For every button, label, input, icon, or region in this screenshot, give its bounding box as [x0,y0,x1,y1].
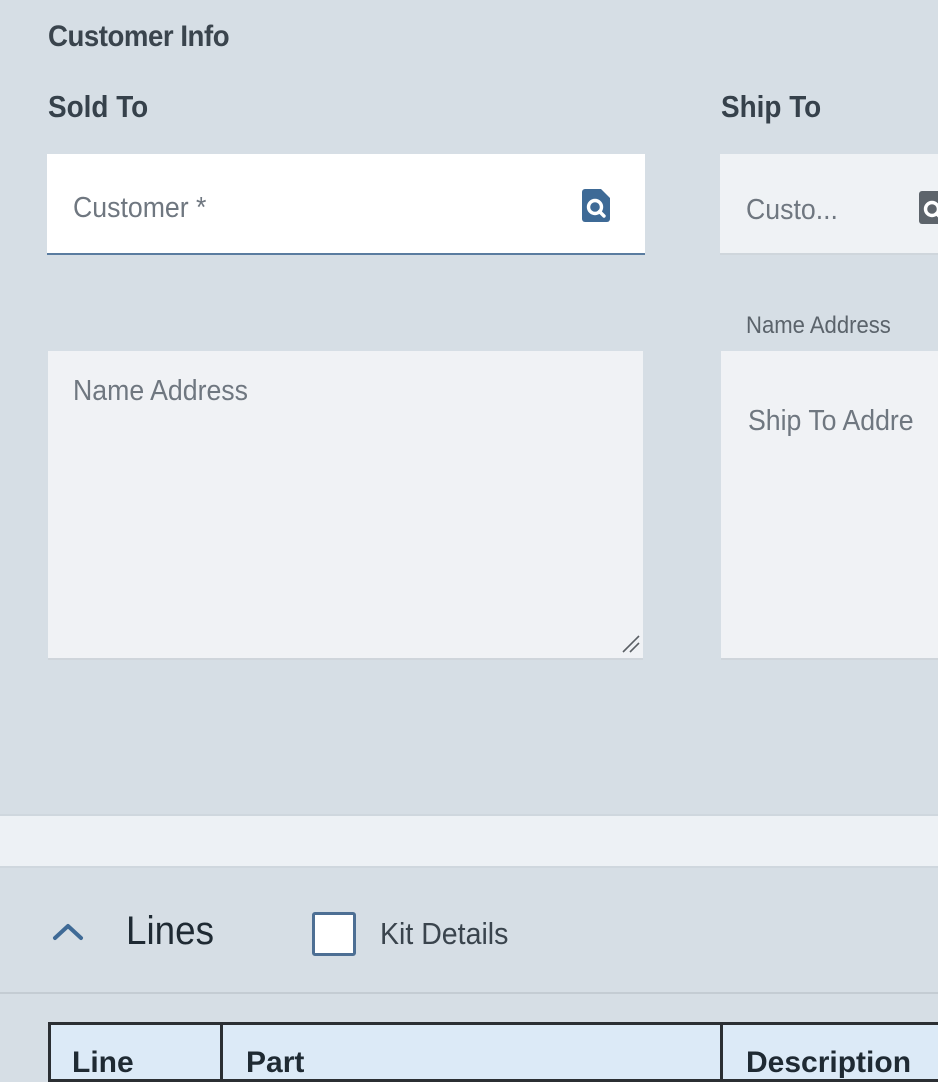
section-title: Customer Info [48,20,229,54]
sold-to-address-placeholder: Name Address [73,375,248,408]
sold-to-title: Sold To [48,89,148,125]
ship-to-address-placeholder: Ship To Addre [748,405,914,438]
sold-to-address-textarea[interactable]: Name Address [48,351,643,660]
lines-title: Lines [126,909,214,954]
search-lookup-icon[interactable] [580,188,612,224]
ship-to-search-lookup-icon[interactable] [917,190,938,226]
kit-details-checkbox[interactable] [312,912,356,956]
ship-to-title: Ship To [721,89,821,125]
column-header-description[interactable]: Description [720,1022,938,1082]
chevron-up-icon[interactable] [50,918,86,946]
sold-to-customer-placeholder: Customer * [73,192,206,225]
sold-to-customer-field[interactable]: Customer * [47,154,645,255]
column-header-part[interactable]: Part [220,1022,723,1082]
kit-details-label[interactable]: Kit Details [380,916,508,952]
ship-to-address-textarea[interactable]: Ship To Addre [721,351,938,660]
ship-to-address-label: Name Address [746,312,891,340]
column-header-description-label: Description [746,1046,911,1080]
column-header-line[interactable]: Line [48,1022,223,1082]
ship-to-customer-placeholder: Custo... [746,194,838,227]
ship-to-customer-field[interactable]: Custo... [720,154,938,255]
column-header-part-label: Part [246,1046,304,1080]
resize-grip-icon[interactable] [619,632,641,654]
column-header-line-label: Line [72,1046,134,1080]
section-divider [0,814,938,868]
